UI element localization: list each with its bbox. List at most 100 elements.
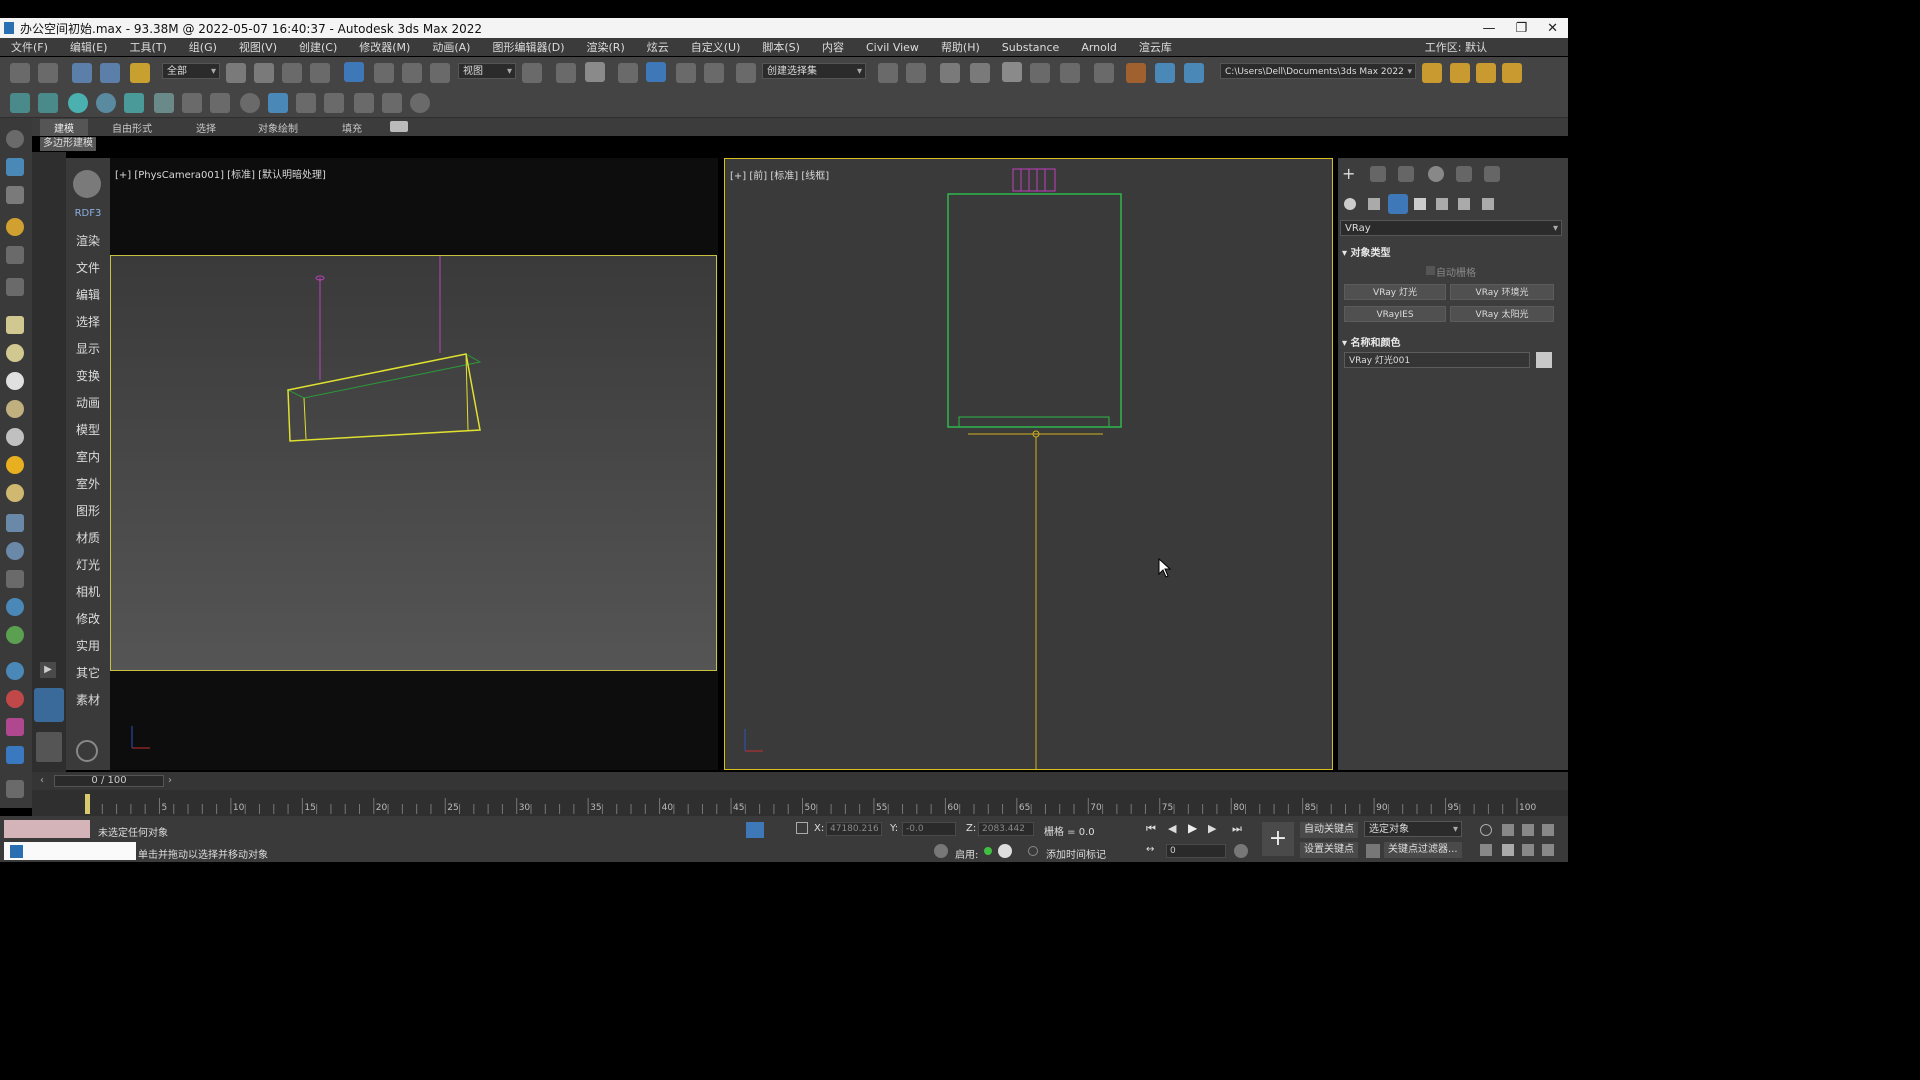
time-config-icon[interactable] (1234, 844, 1248, 858)
vray-eye-icon[interactable] (410, 93, 430, 113)
window-crossing-icon[interactable] (310, 63, 330, 83)
scene-sphere-icon[interactable] (6, 344, 24, 362)
shapes-icon[interactable] (1368, 198, 1380, 210)
goto-end-icon[interactable]: ⏭ (1232, 822, 1242, 836)
scene-disc-icon[interactable] (6, 484, 24, 502)
scene-bowl-icon[interactable] (6, 400, 24, 418)
bind-spacewarp-icon[interactable] (130, 63, 150, 83)
utilities-tab-icon[interactable] (1484, 166, 1500, 182)
menu-rendering[interactable]: 渲染(R) (587, 39, 625, 55)
create-tab-icon[interactable]: + (1342, 166, 1358, 182)
select-scale-icon[interactable] (402, 63, 422, 83)
minimize-icon[interactable]: — (1482, 21, 1495, 36)
vray-plane-icon[interactable] (182, 93, 202, 113)
vray-render-icon[interactable] (354, 93, 374, 113)
scene-ball-icon[interactable] (6, 372, 24, 390)
spinner-snap-icon[interactable] (704, 63, 724, 83)
layout-single-icon[interactable] (34, 688, 64, 722)
menu-views[interactable]: 视图(V) (239, 39, 277, 55)
category-shapes[interactable]: 图形 (66, 502, 110, 519)
scene-camera-icon[interactable] (6, 158, 24, 176)
settings-gear-icon[interactable] (76, 740, 98, 762)
box-logo-icon[interactable] (73, 170, 101, 198)
rendered-frame-icon[interactable] (1155, 63, 1175, 83)
hierarchy-tab-icon[interactable] (1398, 166, 1414, 182)
menu-scripting[interactable]: 脚本(S) (762, 39, 800, 55)
ribbon-options-icon[interactable] (390, 121, 408, 132)
scene-light-icon[interactable] (6, 218, 24, 236)
category-file[interactable]: 文件 (66, 259, 110, 276)
vray-proxy-icon[interactable] (240, 93, 260, 113)
vray-ies-icon[interactable] (124, 93, 144, 113)
helpers-icon[interactable] (1436, 198, 1448, 210)
set-key-button[interactable]: 设置关键点 (1300, 842, 1358, 858)
select-move-icon[interactable] (344, 62, 364, 82)
category-modify[interactable]: 修改 (66, 610, 110, 627)
category-assets[interactable]: 素材 (66, 691, 110, 708)
material-editor-icon[interactable] (1094, 63, 1114, 83)
percent-snap-icon[interactable] (676, 63, 696, 83)
category-material[interactable]: 材质 (66, 529, 110, 546)
name-color-rollout[interactable]: ▾ 名称和颜色 (1342, 334, 1556, 350)
workspace-label[interactable]: 工作区: 默认 (1425, 39, 1487, 55)
vray-ies-button[interactable]: VRayIES (1344, 306, 1446, 322)
key-mode-icon[interactable]: ↔ (1146, 844, 1154, 855)
cameras-icon[interactable] (1414, 198, 1426, 210)
schematic-view-icon[interactable] (1060, 63, 1080, 83)
vray-tool-icon-1[interactable] (10, 93, 30, 113)
restore-icon[interactable]: ❐ (1515, 21, 1527, 36)
scene-arc-icon[interactable] (6, 542, 24, 560)
light-type-dropdown[interactable]: VRay (1340, 220, 1562, 237)
adaptive-degradation-icon[interactable] (934, 844, 948, 858)
save-folder-icon[interactable] (1476, 63, 1496, 83)
maxscript-listener[interactable] (4, 820, 90, 838)
vray-grid-icon[interactable] (382, 93, 402, 113)
zoom-icon[interactable] (1480, 824, 1492, 836)
isolate-selection-icon[interactable] (746, 822, 764, 838)
category-edit[interactable]: 编辑 (66, 286, 110, 303)
link-icon[interactable] (72, 63, 92, 83)
object-color-swatch[interactable] (1536, 352, 1552, 368)
render-setup-icon[interactable] (1126, 63, 1146, 83)
category-render[interactable]: 渲染 (66, 232, 110, 249)
spacewarps-icon[interactable] (1458, 198, 1470, 210)
menu-help[interactable]: 帮助(H) (941, 39, 980, 55)
goto-start-icon[interactable]: ⏮ (1146, 822, 1156, 836)
pan-view-icon[interactable] (1502, 844, 1514, 856)
category-other[interactable]: 其它 (66, 664, 110, 681)
category-display[interactable]: 显示 (66, 340, 110, 357)
vray-frame-buffer-icon[interactable] (324, 93, 344, 113)
menu-graph-editors[interactable]: 图形编辑器(D) (492, 39, 564, 55)
absolute-mode-icon[interactable] (796, 822, 808, 834)
close-icon[interactable]: ✕ (1547, 21, 1558, 36)
time-slider[interactable]: 0 / 100 (54, 775, 164, 787)
zoom-extents-icon[interactable] (1522, 824, 1534, 836)
scene-settings-icon[interactable] (6, 780, 24, 798)
modify-tab-icon[interactable] (1370, 166, 1386, 182)
time-next-icon[interactable]: › (168, 775, 172, 786)
vray-sphere-icon[interactable] (268, 93, 288, 113)
scene-sun-icon[interactable] (6, 456, 24, 474)
select-place-icon[interactable] (430, 63, 450, 83)
y-coord-field[interactable]: -0.0 (902, 822, 956, 836)
curve-editor-icon[interactable] (1030, 63, 1050, 83)
tab-populate[interactable]: 填充 (342, 120, 362, 135)
camera-viewport[interactable]: [+] [PhysCamera001] [标准] [默认明暗处理] (110, 158, 718, 770)
project-folder-icon[interactable] (1422, 63, 1442, 83)
scene-cone-icon[interactable] (6, 428, 24, 446)
zoom-all-icon[interactable] (1502, 824, 1514, 836)
unlink-icon[interactable] (100, 63, 120, 83)
snaps-toggle-icon[interactable] (618, 63, 638, 83)
display-tab-icon[interactable] (1456, 166, 1472, 182)
systems-icon[interactable] (1482, 198, 1494, 210)
time-prev-icon[interactable]: ‹ (40, 775, 44, 786)
menu-xuanyunku[interactable]: 渲云库 (1139, 39, 1172, 55)
vray-dome-icon[interactable] (154, 93, 174, 113)
scene-plant-icon[interactable] (6, 626, 24, 644)
vray-light-icon[interactable] (68, 93, 88, 113)
front-viewport[interactable]: [+] [前] [标准] [线框] (724, 158, 1333, 770)
scene-table-icon[interactable] (6, 570, 24, 588)
project-path-dropdown[interactable]: C:\Users\Dell\Documents\3ds Max 2022 (1220, 63, 1416, 80)
mirror-icon[interactable] (878, 63, 898, 83)
tab-selection[interactable]: 选择 (196, 120, 216, 135)
